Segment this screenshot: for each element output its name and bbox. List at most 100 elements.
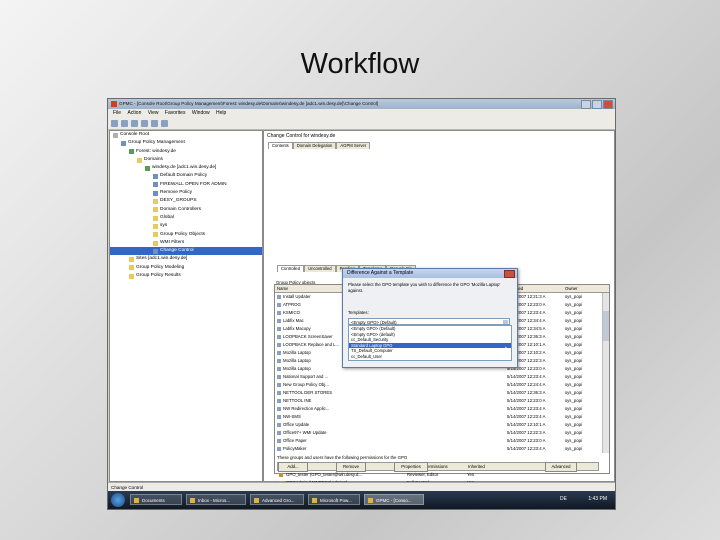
table-cell: sys_popi [565,374,582,379]
tree-item-label: DESY_GROUPS [160,198,197,204]
col-name[interactable]: Name [277,285,288,292]
table-cell: sys_popi [565,334,582,339]
subtab-uncontrolled[interactable]: Uncontrolled [304,265,336,272]
tree-item[interactable]: sys [110,222,262,230]
root-icon [113,132,118,138]
back-icon[interactable] [111,120,118,127]
tree-item[interactable]: Default Domain Policy [110,172,262,180]
taskbar-item[interactable]: Documents [130,494,182,505]
grid-scrollbar[interactable] [602,293,609,453]
refresh-icon[interactable] [151,120,158,127]
dialog-close-icon[interactable] [504,270,515,278]
taskbar-item[interactable]: Microsoft Pow... [308,494,360,505]
tree-item[interactable]: Forest: windesy.de [110,148,262,156]
table-row[interactable]: Office Paper 5/14/2007 12:23:0 A sys_popi [275,437,603,445]
gpo-icon [277,295,281,299]
permission-cell: GPO_tester (GPO_tester@win.desy.d... [286,472,362,477]
menu-action[interactable]: Action [127,110,141,116]
tree-item[interactable]: Group Policy Modeling [110,264,262,272]
language-indicator[interactable]: DE [560,494,567,505]
panel-header: Change Control for windesy.de [267,133,336,139]
remove-button[interactable]: Remove [336,462,366,472]
clock[interactable]: 1:43 PM [588,494,607,505]
gpo-icon [277,407,281,411]
tree-item[interactable]: Group Policy Results [110,272,262,280]
tab-contents[interactable]: Contents [268,142,293,149]
taskbar-item[interactable]: Inbox - Micros... [186,494,246,505]
tree-item[interactable]: Remove Policy [110,189,262,197]
forward-icon[interactable] [121,120,128,127]
tree-item[interactable]: Console Root [110,131,262,139]
tree-item[interactable]: windesy.de [adc1.win.desy.de] [110,164,262,172]
scroll-thumb[interactable] [603,311,609,341]
gpmc-app-icon [111,101,117,107]
table-cell: Office97+ WMI Update [283,430,327,435]
table-cell: sys_popi [565,422,582,427]
taskbar-item-label: Microsoft Pow... [320,498,352,503]
dialog-title[interactable]: Difference Against a Template [343,269,517,278]
gpo-icon [277,447,281,451]
start-button-icon[interactable] [111,493,125,507]
menu-window[interactable]: Window [192,110,210,116]
folder-icon [137,157,142,163]
tree-item[interactable]: WMI Filters [110,239,262,247]
template-select[interactable]: <Empty GPO> (Default) [348,318,510,325]
window-titlebar[interactable]: GPMC - [Console Root\Group Policy Manage… [108,99,615,109]
templates-label: Templates: [348,310,369,315]
table-row[interactable]: National Support and ... 5/14/2007 12:23:… [275,373,603,381]
taskbar-item[interactable]: GPMC - [Conso... [364,494,424,505]
tree-item[interactable]: Domain Controllers [110,206,262,214]
up-icon[interactable] [131,120,138,127]
tree-item[interactable]: Domains [110,156,262,164]
table-row[interactable]: Office Update 5/14/2007 12:10:1 A sys_popi [275,421,603,429]
table-row[interactable]: NW-SMS 5/14/2007 12:23:4 A sys_popi [275,413,603,421]
gpo-icon [277,367,281,371]
help-icon[interactable] [161,120,168,127]
permission-row[interactable]: GPO_tester (GPO_tester@win.desy.d... Revi… [277,471,597,479]
tree-item[interactable]: Global [110,214,262,222]
table-row[interactable]: NETTOOL INE 5/14/2007 12:23:0 A sys_popi [275,397,603,405]
menu-help[interactable]: Help [216,110,226,116]
table-row[interactable]: New Group Policy Obj... 5/14/2007 12:24:4… [275,381,603,389]
table-cell: New Group Policy Obj... [283,382,329,387]
folder-icon [153,215,158,221]
add-button[interactable]: Add... [278,462,308,472]
user-icon [279,473,283,477]
menu-favorites[interactable]: Favorites [165,110,186,116]
menu-file[interactable]: File [113,110,121,116]
tree-item[interactable]: Group Policy Objects [110,231,262,239]
taskbar-item-label: Documents [142,498,165,503]
table-row[interactable]: Office97+ WMI Update 5/14/2007 12:22:3 A s… [275,429,603,437]
template-option[interactable]: cc_Default_User [349,354,511,360]
subtab-controlled[interactable]: Controlled [277,265,305,272]
folder-icon [153,207,158,213]
menu-view[interactable]: View [148,110,159,116]
tree-item[interactable]: DESY_GROUPS [110,197,262,205]
tab-domain-delegation[interactable]: Domain Delegation [292,142,337,149]
table-row[interactable]: NW Redirection Applic... 5/14/2007 12:23:… [275,405,603,413]
tab-agpm-server[interactable]: AGPM Server [336,142,371,149]
tree-item-label: Group Policy Modeling [136,264,185,270]
col-owner[interactable]: Owner [565,285,578,292]
perm-col-inherited[interactable]: Inherited [468,463,485,470]
table-cell: sys_popi [565,358,582,363]
gpo-icon [277,303,281,307]
table-cell: 5/14/2007 12:36:3 A [507,390,546,395]
properties-button[interactable]: Properties [394,462,428,472]
advanced-button[interactable]: Advanced [545,462,577,472]
minimize-icon[interactable] [581,100,591,109]
tree-item[interactable]: Change Control [110,247,262,256]
tree-item[interactable]: FIREWALL OPEN FOR ADMIN [110,181,262,189]
table-cell: sys_popi [565,414,582,419]
tree-item[interactable]: Sites [adc1.win.desy.de] [110,255,262,263]
show-tree-icon[interactable] [141,120,148,127]
close-icon[interactable] [603,100,613,109]
maximize-icon[interactable] [592,100,602,109]
table-row[interactable]: NETTOOL DER STORES 5/14/2007 12:36:3 A sys… [275,389,603,397]
table-cell: 5/14/2007 12:23:0 A [507,398,546,403]
domain-icon [145,165,150,171]
table-row[interactable]: PolicyMaker 5/14/2007 12:23:4 A sys_popi [275,445,603,453]
taskbar-item[interactable]: Advanced Gro... [250,494,304,505]
chevron-down-icon[interactable] [503,320,508,324]
tree-item[interactable]: Group Policy Management [110,139,262,147]
